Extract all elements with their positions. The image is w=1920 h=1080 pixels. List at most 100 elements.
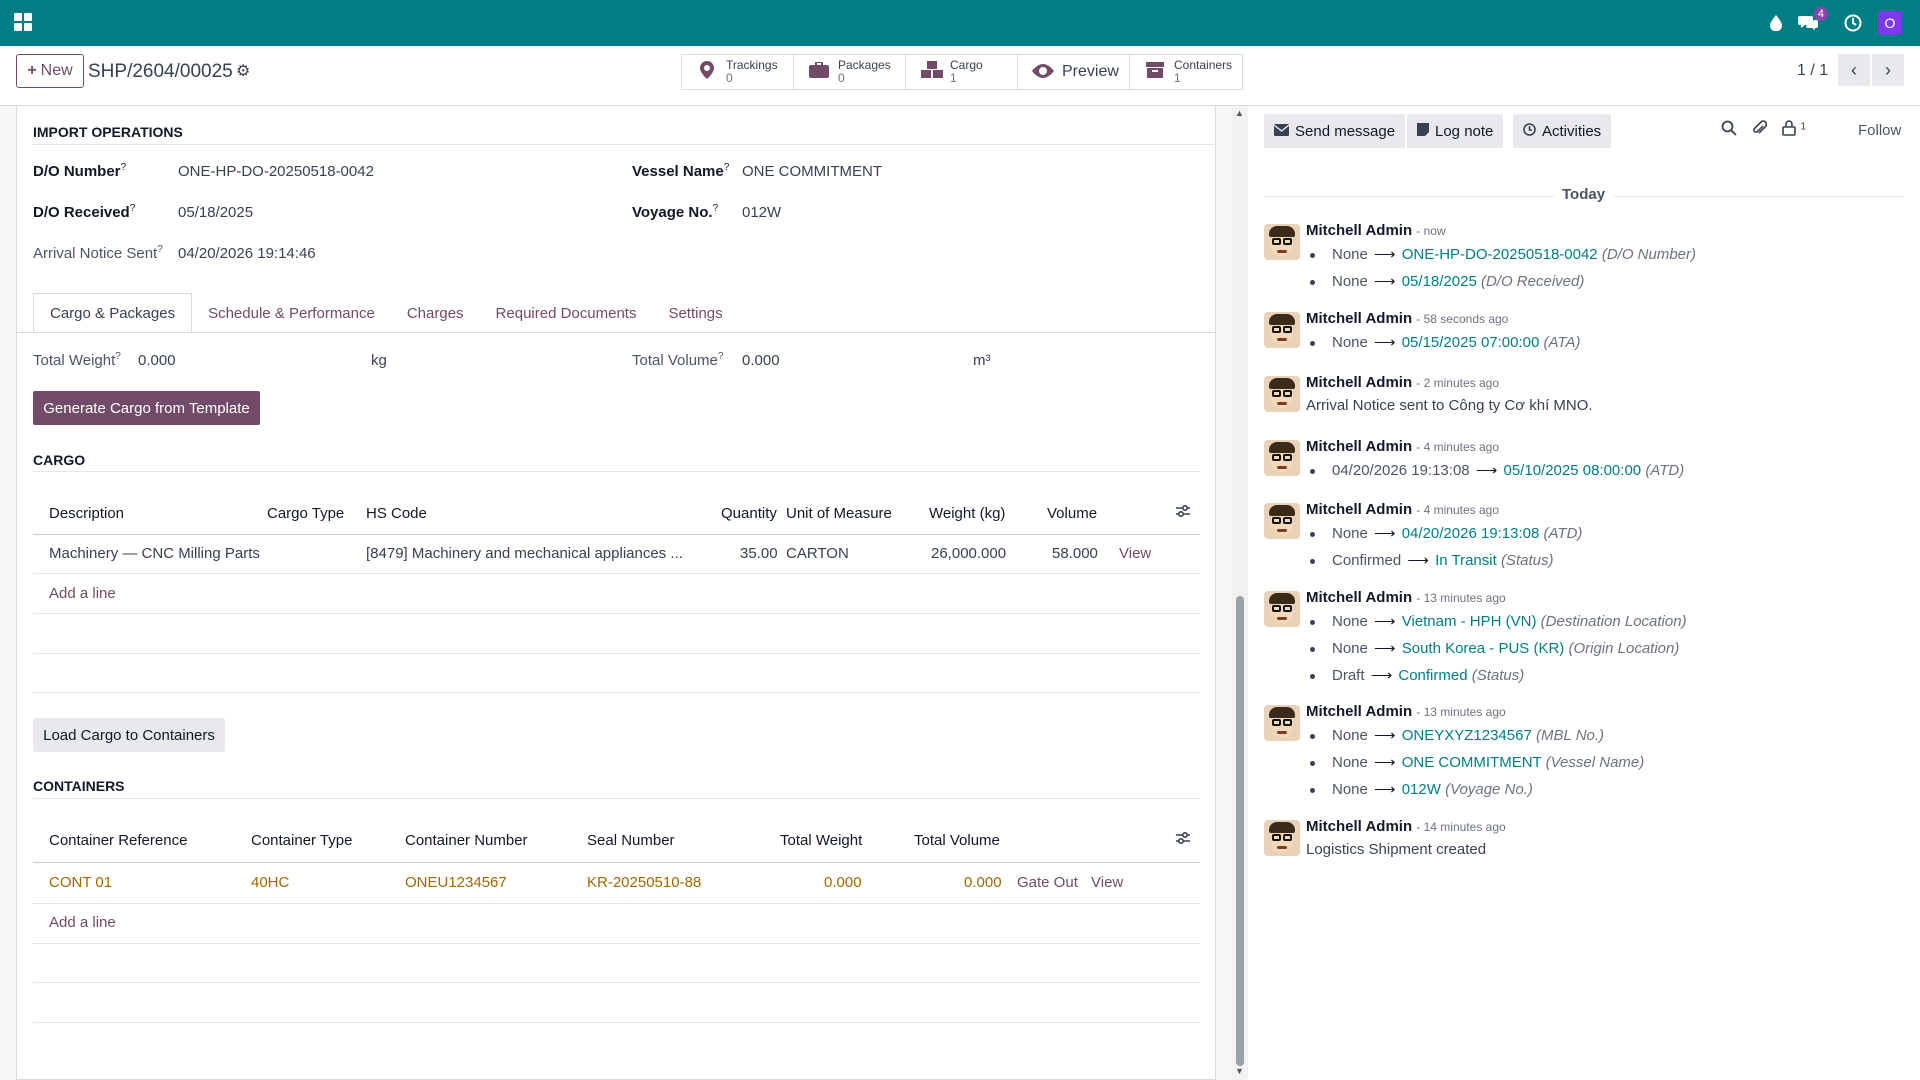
cargo-header-description[interactable]: Description: [49, 505, 124, 522]
cargo-row-weight[interactable]: 26,000.000: [931, 545, 1006, 562]
search-icon[interactable]: [1721, 120, 1737, 141]
tab-required-documents[interactable]: Required Documents: [480, 293, 653, 333]
form-scrollbar[interactable]: ▲ ▼: [1232, 106, 1248, 1080]
author-avatar[interactable]: [1264, 591, 1300, 627]
follow-button[interactable]: Follow: [1858, 122, 1901, 139]
cargo-row-quantity[interactable]: 35.00: [740, 545, 778, 562]
previous-record-button[interactable]: ‹: [1838, 54, 1870, 86]
new-button[interactable]: + New: [16, 54, 84, 88]
followers-lock-icon[interactable]: 1: [1782, 120, 1806, 141]
cargo-header-quantity[interactable]: Quantity: [721, 505, 777, 522]
messages-icon[interactable]: 4: [1796, 0, 1828, 46]
arrival-notice-value[interactable]: 04/20/2026 19:14:46: [178, 245, 316, 262]
author-avatar[interactable]: [1264, 440, 1300, 476]
container-row-type[interactable]: 40HC: [251, 874, 289, 891]
tab-schedule-performance[interactable]: Schedule & Performance: [192, 293, 391, 333]
author-avatar[interactable]: [1264, 376, 1300, 412]
do-number-value[interactable]: ONE-HP-DO-20250518-0042: [178, 163, 374, 180]
clock-icon[interactable]: [1842, 0, 1864, 46]
author-avatar[interactable]: [1264, 503, 1300, 539]
cargo-add-line[interactable]: Add a line: [49, 585, 116, 602]
container-row-number[interactable]: ONEU1234567: [405, 874, 507, 891]
scroll-up-icon[interactable]: ▲: [1235, 108, 1244, 118]
author-avatar[interactable]: [1264, 820, 1300, 856]
tracking-bullet: [1310, 761, 1315, 766]
cargo-row-view-link[interactable]: View: [1119, 545, 1151, 562]
activities-button[interactable]: Activities: [1513, 114, 1612, 148]
author-avatar[interactable]: [1264, 312, 1300, 348]
scrollbar-thumb[interactable]: [1236, 596, 1244, 1066]
cargo-header-hs-code[interactable]: HS Code: [366, 505, 427, 522]
containers-header-line: [33, 862, 1200, 863]
message-author[interactable]: Mitchell Admin: [1306, 222, 1412, 239]
user-avatar[interactable]: O: [1878, 11, 1902, 35]
cargo-smart-button[interactable]: Cargo 1: [906, 55, 1018, 89]
tab-settings[interactable]: Settings: [652, 293, 738, 333]
cargo-row-hs-code[interactable]: [8479] Machinery and mechanical applianc…: [366, 545, 683, 562]
containers-header-number[interactable]: Container Number: [405, 832, 528, 849]
tracking-field-name: (ATD): [1645, 462, 1685, 479]
cargo-row-uom[interactable]: CARTON: [786, 545, 849, 562]
gear-icon[interactable]: ⚙: [236, 61, 250, 81]
next-record-button[interactable]: ›: [1872, 54, 1904, 86]
optional-columns-icon[interactable]: [1175, 830, 1191, 851]
author-avatar[interactable]: [1264, 224, 1300, 260]
message-author[interactable]: Mitchell Admin: [1306, 818, 1412, 835]
do-received-value[interactable]: 05/18/2025: [178, 204, 253, 221]
cargo-header-volume[interactable]: Volume: [1047, 505, 1097, 522]
containers-add-line[interactable]: Add a line: [49, 914, 116, 931]
container-view-link[interactable]: View: [1091, 874, 1123, 891]
tracking-new-value: South Korea - PUS (KR): [1401, 640, 1565, 657]
containers-header-reference[interactable]: Container Reference: [49, 832, 187, 849]
author-avatar[interactable]: [1264, 705, 1300, 741]
cargo-row-volume[interactable]: 58.000: [1052, 545, 1098, 562]
container-row-reference[interactable]: CONT 01: [49, 874, 112, 891]
chevron-left-icon: ‹: [1851, 59, 1857, 80]
apps-menu-icon[interactable]: [14, 13, 32, 31]
scroll-down-icon[interactable]: ▼: [1235, 1066, 1244, 1076]
cargo-header-uom[interactable]: Unit of Measure: [786, 505, 892, 522]
load-cargo-button[interactable]: Load Cargo to Containers: [33, 718, 225, 752]
total-volume-value[interactable]: 0.000: [742, 352, 780, 369]
log-note-button[interactable]: Log note: [1407, 114, 1504, 148]
cargo-header-weight[interactable]: Weight (kg): [929, 505, 1005, 522]
paperclip-icon[interactable]: [1751, 120, 1768, 141]
container-gate-out-button[interactable]: Gate Out: [1017, 874, 1078, 891]
trackings-smart-button[interactable]: Trackings 0: [682, 55, 794, 89]
containers-smart-button[interactable]: Containers 1: [1130, 55, 1242, 89]
optional-columns-icon[interactable]: [1175, 503, 1191, 524]
cargo-empty-line: [33, 692, 1200, 693]
vessel-name-value[interactable]: ONE COMMITMENT: [742, 163, 882, 180]
message-author[interactable]: Mitchell Admin: [1306, 310, 1412, 327]
message-author[interactable]: Mitchell Admin: [1306, 374, 1412, 391]
message-author[interactable]: Mitchell Admin: [1306, 703, 1412, 720]
pager-value[interactable]: 1 / 1: [1797, 62, 1828, 80]
send-message-button[interactable]: Send message: [1264, 114, 1406, 148]
tracking-bullet: [1310, 788, 1315, 793]
arrow-right-icon: ⟶: [1374, 640, 1396, 657]
message-author[interactable]: Mitchell Admin: [1306, 501, 1412, 518]
container-row-weight[interactable]: 0.000: [824, 874, 862, 891]
tracking-value-line: 04/20/2026 19:13:08 ⟶ 05/10/2025 08:00:0…: [1332, 461, 1684, 479]
packages-smart-button[interactable]: Packages 0: [794, 55, 906, 89]
containers-header-seal[interactable]: Seal Number: [587, 832, 675, 849]
preview-smart-button[interactable]: Preview: [1018, 55, 1130, 89]
message-author[interactable]: Mitchell Admin: [1306, 589, 1412, 606]
containers-header-type[interactable]: Container Type: [251, 832, 352, 849]
cargo-header-cargo-type[interactable]: Cargo Type: [267, 505, 344, 522]
container-row-volume[interactable]: 0.000: [964, 874, 1002, 891]
cargo-row-description[interactable]: Machinery — CNC Milling Parts: [49, 545, 260, 562]
containers-header-weight[interactable]: Total Weight: [780, 832, 862, 849]
tab-charges[interactable]: Charges: [391, 293, 480, 333]
cargo-section-divider: [33, 471, 1200, 472]
tracking-field-name: (D/O Number): [1601, 246, 1697, 263]
message-author[interactable]: Mitchell Admin: [1306, 438, 1412, 455]
droplet-icon[interactable]: [1766, 0, 1786, 46]
total-weight-value[interactable]: 0.000: [138, 352, 176, 369]
generate-cargo-button[interactable]: Generate Cargo from Template: [33, 391, 260, 425]
tab-cargo-packages[interactable]: Cargo & Packages: [33, 293, 193, 333]
voyage-no-value[interactable]: 012W: [742, 204, 781, 221]
import-operations-title: IMPORT OPERATIONS: [33, 124, 183, 140]
containers-header-volume[interactable]: Total Volume: [914, 832, 1000, 849]
container-row-seal[interactable]: KR-20250510-88: [587, 874, 701, 891]
